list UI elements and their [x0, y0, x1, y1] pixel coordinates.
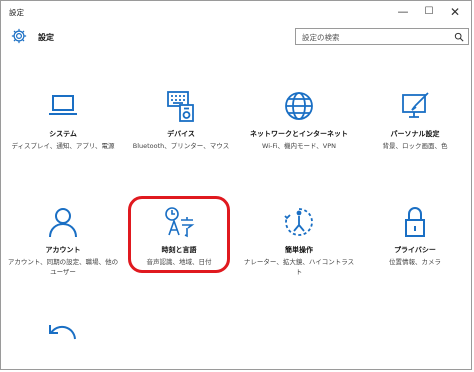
search-input[interactable]: 設定の検索	[295, 28, 469, 45]
minimize-button[interactable]: —	[389, 1, 417, 23]
lock-icon	[405, 207, 425, 237]
tile-description: Bluetooth、プリンター、マウス	[132, 142, 230, 150]
tile-network[interactable]: ネットワークとインターネット Wi-Fi、機内モード、VPN	[241, 89, 357, 151]
window-title: 設定	[9, 8, 24, 17]
tile-description: 位置情報、カメラ	[389, 258, 441, 266]
tile-privacy[interactable]: プライバシー 位置情報、カメラ	[357, 205, 473, 267]
tile-description: 背景、ロック画面、色	[382, 142, 448, 150]
tile-personalization[interactable]: パーソナル設定 背景、ロック画面、色	[357, 89, 473, 151]
maximize-button[interactable]: ☐	[415, 1, 443, 23]
update-security-icon[interactable]	[45, 321, 79, 345]
tile-description: アカウント、同期の設定、職場、他のユーザー	[7, 258, 119, 276]
globe-icon	[285, 92, 313, 120]
settings-header: 設定 設定の検索	[1, 25, 471, 49]
close-button[interactable]: ✕	[441, 1, 469, 23]
ease-of-access-icon	[284, 208, 313, 236]
search-icon[interactable]	[454, 32, 464, 42]
highlight-box	[128, 196, 230, 273]
person-icon	[49, 208, 77, 238]
tile-title: デバイス	[167, 130, 195, 138]
tile-devices[interactable]: デバイス Bluetooth、プリンター、マウス	[123, 89, 239, 151]
title-bar: 設定 — ☐ ✕	[1, 1, 471, 23]
tile-accounts[interactable]: アカウント アカウント、同期の設定、職場、他のユーザー	[5, 205, 121, 277]
tile-description: Wi-Fi、機内モード、VPN	[262, 142, 336, 150]
devices-icon	[167, 91, 194, 122]
laptop-icon	[49, 95, 77, 115]
tile-title: システム	[49, 130, 77, 138]
tile-title: アカウント	[45, 246, 81, 254]
tile-system[interactable]: システム ディスプレイ、通知、アプリ、電源	[5, 89, 121, 151]
tile-ease-of-access[interactable]: 簡単操作 ナレーター、拡大鏡、ハイコントラスト	[241, 205, 357, 277]
tile-description: ディスプレイ、通知、アプリ、電源	[11, 142, 115, 150]
settings-window: 設定 — ☐ ✕ 設定 設定の検索 システム ディスプレイ、通知、アプリ、電源 …	[0, 0, 472, 370]
tile-title: プライバシー	[394, 246, 436, 254]
gear-icon	[11, 28, 27, 44]
tile-description: ナレーター、拡大鏡、ハイコントラスト	[243, 258, 355, 276]
search-placeholder: 設定の検索	[302, 33, 340, 42]
personalization-icon	[402, 92, 429, 118]
tile-title: ネットワークとインターネット	[250, 130, 348, 138]
page-title: 設定	[38, 33, 54, 42]
tile-title: 簡単操作	[285, 246, 313, 254]
tile-title: パーソナル設定	[390, 130, 440, 138]
